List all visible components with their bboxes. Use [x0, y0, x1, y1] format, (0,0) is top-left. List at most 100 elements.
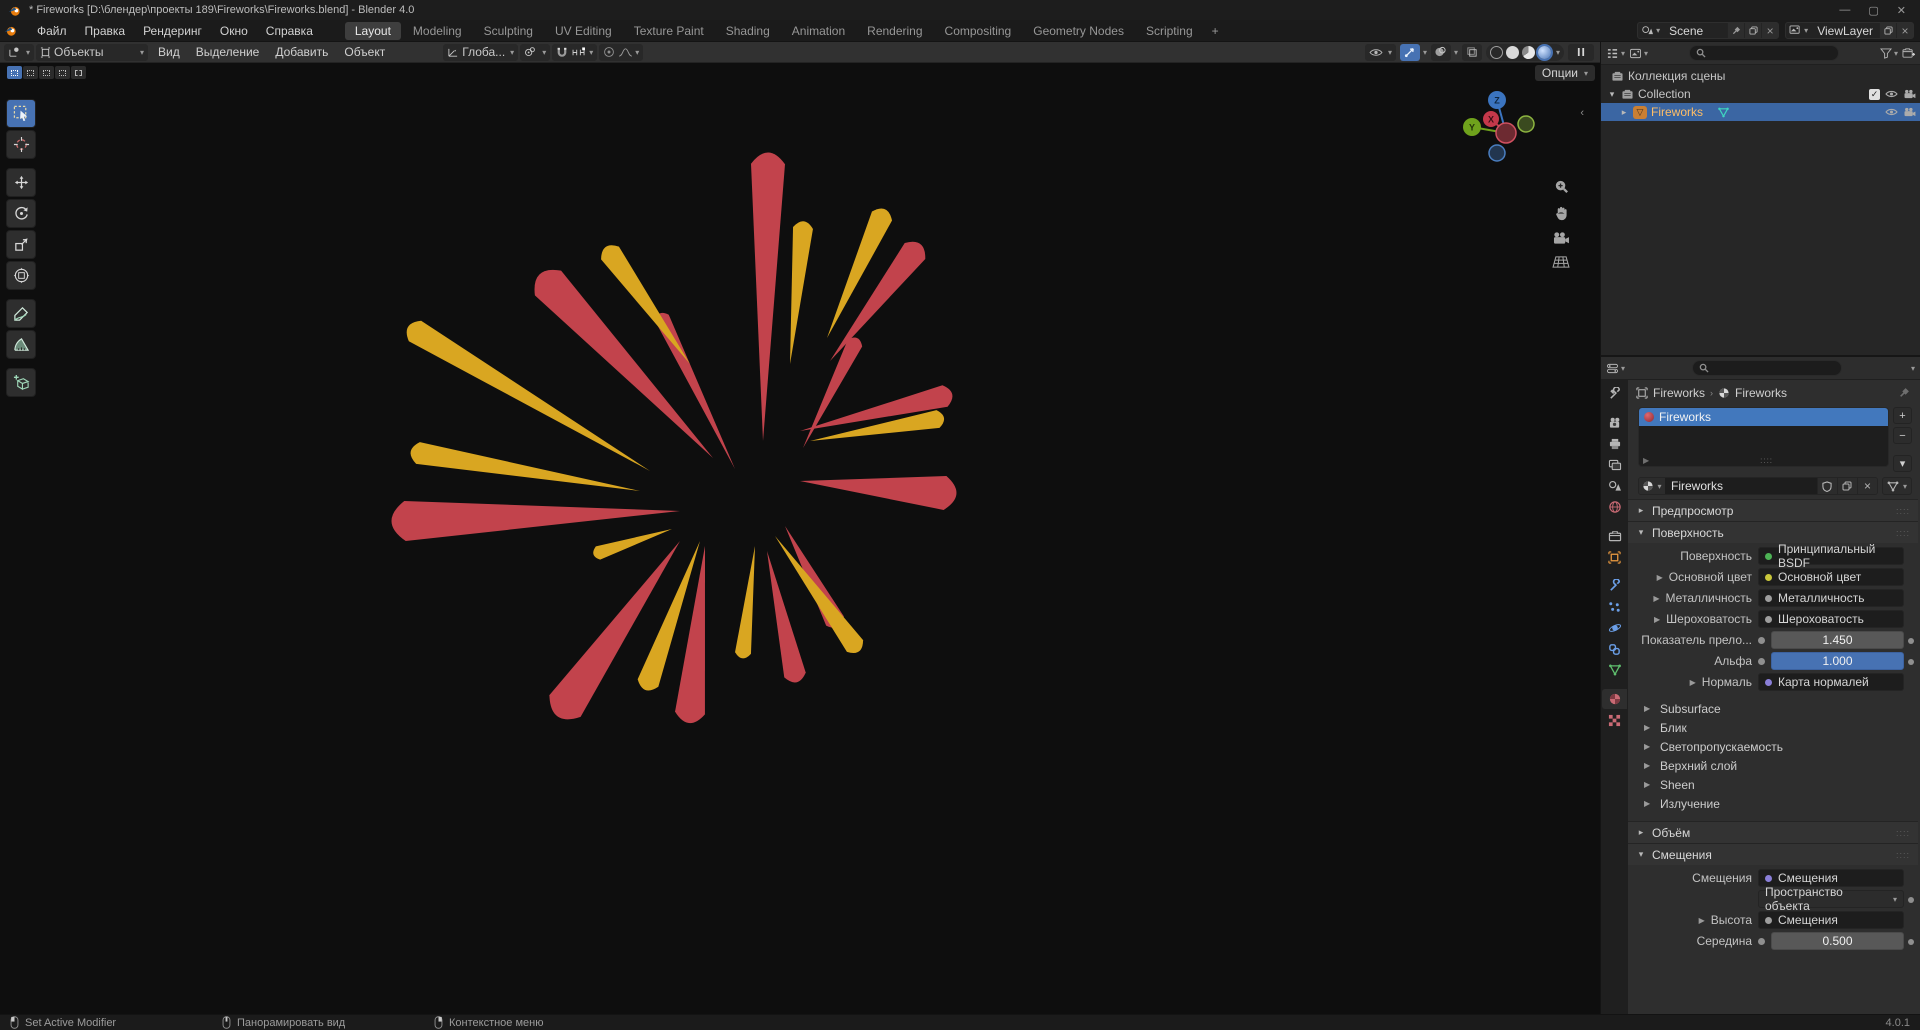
maximize-button[interactable]: ▢	[1868, 4, 1878, 17]
properties-tab-constraints[interactable]	[1602, 639, 1627, 659]
viewport-menu-Вид[interactable]: Вид	[150, 45, 188, 59]
slot-list-resize-handle[interactable]: ::::	[1760, 456, 1773, 465]
xray-toggle[interactable]	[1461, 43, 1482, 61]
tab-rendering[interactable]: Rendering	[857, 22, 932, 40]
outliner-row-коллекция-сцены[interactable]: Коллекция сцены	[1601, 67, 1920, 85]
add-material-slot-button[interactable]: +	[1893, 407, 1912, 424]
properties-search-input[interactable]	[1692, 360, 1842, 376]
properties-tab-data[interactable]	[1602, 660, 1627, 680]
prop-value-field[interactable]: Металличность	[1758, 589, 1904, 607]
properties-tab-collection[interactable]	[1602, 526, 1627, 546]
displacement-panel-header[interactable]: ▾ Смещения ::::	[1628, 844, 1918, 865]
properties-tab-physics[interactable]	[1602, 618, 1627, 638]
firework-spike-red[interactable]	[800, 476, 957, 510]
shading-dropdown[interactable]: ▾	[1556, 48, 1560, 57]
properties-tab-tool[interactable]	[1602, 384, 1627, 404]
firework-spike-yellow[interactable]	[790, 221, 813, 364]
keyframe-dot-icon[interactable]	[1908, 939, 1914, 945]
firework-spike-yellow[interactable]	[735, 546, 755, 659]
material-name-field[interactable]: Fireworks	[1665, 478, 1817, 494]
hide-eye-icon[interactable]	[1885, 107, 1898, 117]
tool-cursor-button[interactable]	[6, 130, 36, 159]
select-mode-set-button[interactable]	[7, 66, 22, 79]
unlink-scene-icon[interactable]: ×	[1761, 23, 1779, 38]
subpanel-sheen[interactable]: ▶ Sheen	[1628, 775, 1918, 794]
disclosure-icon[interactable]: ▸	[1619, 107, 1629, 118]
scene-selector[interactable]: ▾ Scene ×	[1637, 22, 1780, 39]
pin-icon[interactable]	[1899, 387, 1910, 398]
sidebar-collapse-icon[interactable]: ‹	[1580, 107, 1584, 119]
expand-arrow-icon[interactable]: ▶	[1688, 678, 1696, 687]
gizmo-minus-y[interactable]	[1517, 115, 1535, 133]
volume-panel-header[interactable]: ▸ Объём ::::	[1628, 822, 1918, 843]
unlink-material-icon[interactable]: ×	[1856, 478, 1877, 494]
fireworks-object[interactable]	[0, 63, 1600, 1014]
orientation-label[interactable]: Глоба...	[462, 45, 505, 59]
remove-material-slot-button[interactable]: −	[1893, 427, 1912, 444]
tab-animation[interactable]: Animation	[782, 22, 855, 40]
visibility-dropdown[interactable]: ▾	[1364, 43, 1396, 61]
viewport-options-button[interactable]: Опции ▾	[1534, 65, 1595, 81]
tool-select-box-button[interactable]	[6, 99, 36, 128]
gizmo-minus-x[interactable]	[1495, 122, 1517, 144]
viewport-3d-area[interactable]: Опции ▾ ‹ Z X Y	[0, 63, 1600, 1014]
select-mode-subtract-button[interactable]	[39, 66, 54, 79]
viewport-menu-Добавить[interactable]: Добавить	[267, 45, 336, 59]
outliner-row-collection[interactable]: ▾ Collection ✓	[1601, 85, 1920, 103]
viewlayer-icon[interactable]: ▾	[1786, 25, 1811, 36]
keyframe-dot-icon[interactable]	[1908, 638, 1914, 644]
orthographic-grid-icon[interactable]	[1552, 255, 1570, 269]
tool-annotate-button[interactable]	[6, 299, 36, 328]
properties-tab-modifiers[interactable]	[1602, 576, 1627, 596]
pivot-point-dropdown[interactable]: ▾	[520, 43, 551, 61]
properties-tab-texture[interactable]	[1602, 710, 1627, 730]
proportional-edit-toggle[interactable]	[603, 46, 615, 58]
material-slot-item[interactable]: Fireworks	[1639, 408, 1888, 426]
firework-spike-yellow[interactable]	[593, 529, 672, 560]
gizmo-dropdown[interactable]: ▾	[1423, 48, 1427, 57]
tool-rotate-button[interactable]	[6, 199, 36, 228]
preview-panel-header[interactable]: ▸ Предпросмотр ::::	[1628, 500, 1918, 521]
new-viewlayer-copy-icon[interactable]	[1879, 23, 1896, 38]
fake-user-shield-icon[interactable]	[1816, 478, 1837, 494]
gizmo-minus-z[interactable]	[1488, 144, 1506, 162]
outliner-filter-dropdown[interactable]: ▾	[1879, 47, 1898, 59]
prop-value-field[interactable]: Шероховатость	[1758, 610, 1904, 628]
tab-uv-editing[interactable]: UV Editing	[545, 22, 622, 40]
transform-orientation-dropdown[interactable]: Глоба... ▾	[443, 43, 519, 61]
shading-material-button[interactable]	[1521, 45, 1535, 59]
copy-material-icon[interactable]	[1836, 478, 1857, 494]
tab-compositing[interactable]: Compositing	[935, 22, 1022, 40]
snap-settings-dropdown[interactable]: ▾	[571, 46, 593, 58]
browse-material-dropdown[interactable]: ▾	[1639, 478, 1665, 494]
mode-label[interactable]: Объекты	[54, 45, 104, 59]
navigation-gizmo[interactable]: Z X Y	[1456, 87, 1548, 171]
pin-icon[interactable]	[1727, 23, 1745, 38]
select-mode-intersect-button[interactable]	[71, 66, 86, 79]
tool-transform-button[interactable]	[6, 261, 36, 290]
disable-render-camera-icon[interactable]	[1903, 89, 1916, 99]
properties-tab-render[interactable]	[1602, 413, 1627, 433]
select-mode-invert-button[interactable]	[55, 66, 70, 79]
tab-modeling[interactable]: Modeling	[403, 22, 472, 40]
tool-measure-button[interactable]	[6, 330, 36, 359]
prop-value-slider[interactable]: 0.500	[1771, 932, 1914, 950]
material-nodes-dropdown[interactable]: ▾	[1881, 477, 1912, 495]
breadcrumb-material[interactable]: Fireworks	[1735, 386, 1787, 400]
show-overlays-toggle[interactable]	[1430, 43, 1451, 61]
subpanel-верхний слой[interactable]: ▶ Верхний слой	[1628, 756, 1918, 775]
snap-toggle-magnet-icon[interactable]	[556, 46, 568, 58]
firework-spike-yellow[interactable]	[410, 442, 640, 491]
expand-arrow-icon[interactable]: ▶	[1655, 573, 1663, 582]
properties-tab-world[interactable]	[1602, 497, 1627, 517]
slot-list-expand-icon[interactable]: ▶	[1643, 456, 1649, 465]
properties-options-dropdown[interactable]: ▾	[1911, 364, 1915, 373]
keyframe-dot-icon[interactable]	[1908, 897, 1914, 903]
menu-Справка[interactable]: Справка	[257, 20, 322, 41]
scene-name[interactable]: Scene	[1663, 24, 1727, 38]
prop-value-field[interactable]: Смещения	[1758, 911, 1904, 929]
tab-geometry-nodes[interactable]: Geometry Nodes	[1023, 22, 1134, 40]
subpanel-излучение[interactable]: ▶ Излучение	[1628, 794, 1918, 813]
viewlayer-selector[interactable]: ▾ ViewLayer ×	[1785, 22, 1914, 39]
properties-tab-material[interactable]	[1602, 689, 1627, 709]
